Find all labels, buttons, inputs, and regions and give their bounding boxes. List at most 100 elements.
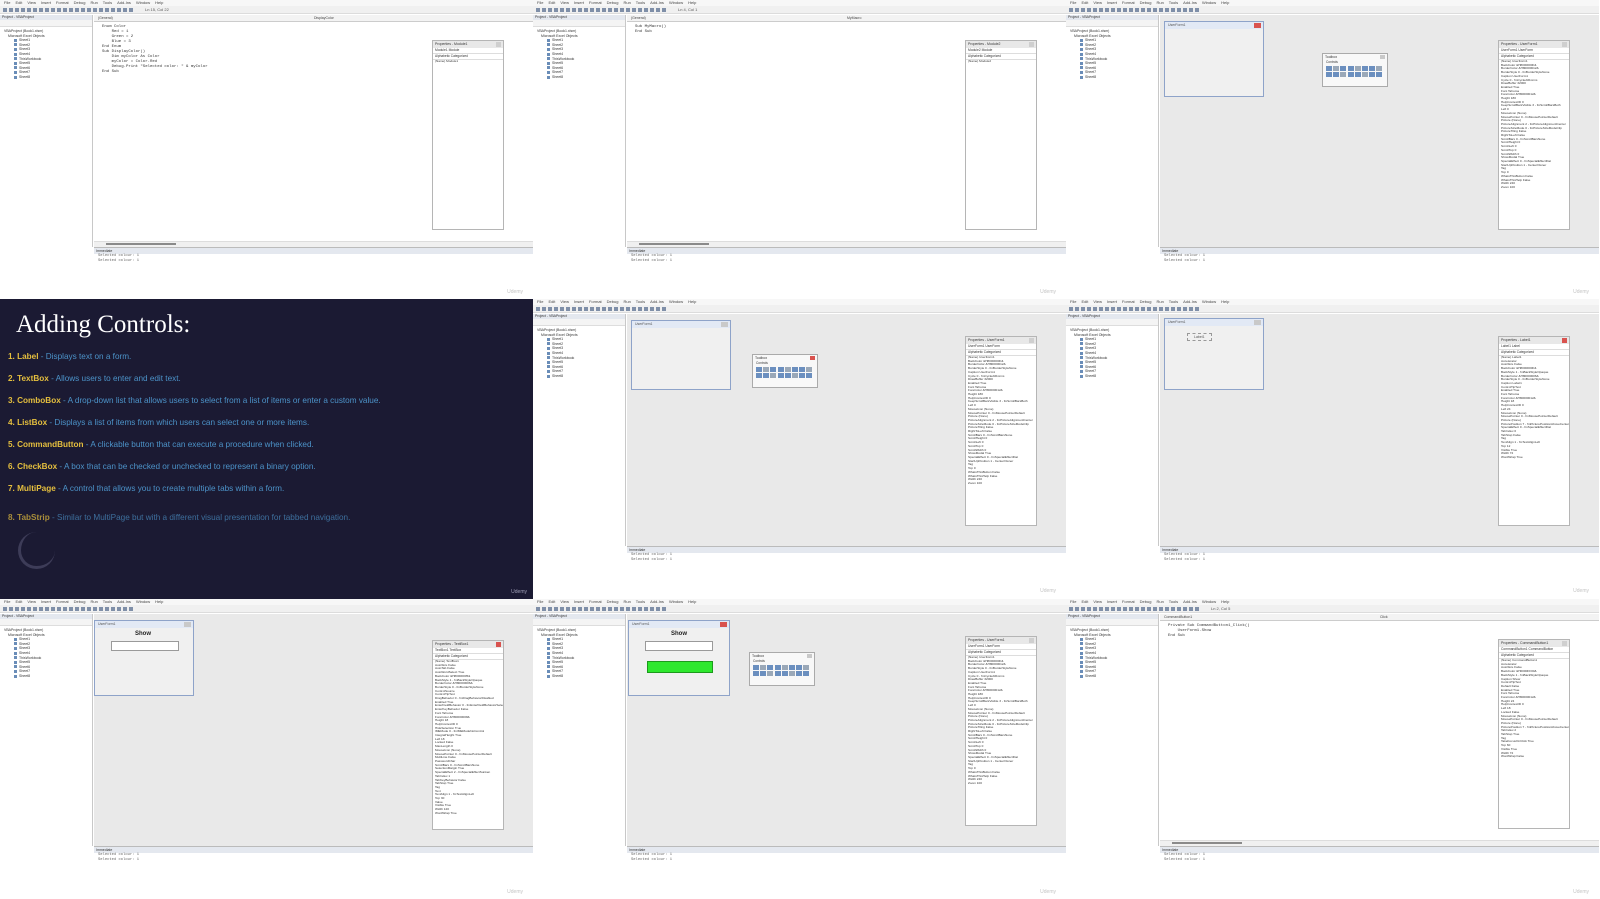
toolbar-button-icon[interactable] — [1195, 607, 1199, 611]
userform-designer[interactable]: UserForm1 Show — [628, 620, 730, 696]
close-icon[interactable] — [1380, 55, 1385, 59]
toolbar-button-icon[interactable] — [614, 307, 618, 311]
togglebutton-tool-icon[interactable] — [803, 665, 810, 670]
toolbar-button-icon[interactable] — [662, 307, 666, 311]
toolbar-button-icon[interactable] — [1069, 307, 1073, 311]
toolbar-button-icon[interactable] — [99, 607, 103, 611]
toolbar-button-icon[interactable] — [626, 8, 630, 12]
toolbar-button-icon[interactable] — [1105, 307, 1109, 311]
tree-item-sheet8[interactable]: Sheet8 — [4, 674, 92, 679]
code-editor[interactable]: Sub MyMacro() End Sub — [635, 25, 666, 35]
toolbar-button-icon[interactable] — [3, 607, 7, 611]
property-row[interactable]: WordWrap False — [1499, 755, 1569, 759]
close-icon[interactable] — [1029, 638, 1034, 643]
toolbar-button-icon[interactable] — [1159, 8, 1163, 12]
toolbar-button-icon[interactable] — [39, 607, 43, 611]
toolbar-button-icon[interactable] — [15, 607, 19, 611]
toolbar-button-icon[interactable] — [554, 8, 558, 12]
toolbar-button-icon[interactable] — [3, 8, 7, 12]
toolbar-button-icon[interactable] — [15, 8, 19, 12]
toolbar-button-icon[interactable] — [45, 607, 49, 611]
object-combo[interactable]: CommandButton1 — [1164, 614, 1192, 620]
textbox-control[interactable] — [645, 641, 713, 651]
toolbar-button-icon[interactable] — [590, 8, 594, 12]
toolbar-button-icon[interactable] — [608, 8, 612, 12]
toolbar-button-icon[interactable] — [650, 607, 654, 611]
toolbar-button-icon[interactable] — [69, 8, 73, 12]
toolbar-button-icon[interactable] — [644, 307, 648, 311]
toolbar-button-icon[interactable] — [99, 8, 103, 12]
toolbar-button-icon[interactable] — [1075, 8, 1079, 12]
toolbar-button-icon[interactable] — [1111, 307, 1115, 311]
toolbar-button-icon[interactable] — [1087, 607, 1091, 611]
toolbar-button-icon[interactable] — [117, 8, 121, 12]
toolbar-button-icon[interactable] — [536, 607, 540, 611]
toolbar-button-icon[interactable] — [1075, 607, 1079, 611]
immediate-window[interactable]: Immediate Selected colour: 1 Selected colo… — [627, 247, 1066, 299]
toolbar-button-icon[interactable] — [1147, 607, 1151, 611]
toolbar-button-icon[interactable] — [626, 607, 630, 611]
toolbar-button-icon[interactable] — [1171, 607, 1175, 611]
tree-item-sheet8[interactable]: Sheet8 — [1070, 374, 1158, 379]
toolbar-button-icon[interactable] — [578, 607, 582, 611]
toolbar-button-icon[interactable] — [650, 307, 654, 311]
toolbar-button-icon[interactable] — [572, 8, 576, 12]
toolbar-button-icon[interactable] — [1099, 307, 1103, 311]
toolbar-button-icon[interactable] — [1189, 607, 1193, 611]
toolbar-button-icon[interactable] — [1195, 8, 1199, 12]
combobox-tool-icon[interactable] — [774, 665, 781, 670]
scrollbar-thumb[interactable] — [639, 243, 709, 245]
userform-designer[interactable]: UserForm1 — [1164, 21, 1264, 97]
property-row[interactable]: Zoom 100 — [1499, 186, 1569, 190]
commandbutton-tool-icon[interactable] — [1333, 72, 1340, 78]
toolbar-button-icon[interactable] — [1165, 307, 1169, 311]
toolbar-button-icon[interactable] — [117, 607, 121, 611]
scrollbar-tool-icon[interactable] — [784, 373, 791, 379]
pointer-tool-icon[interactable] — [1326, 66, 1332, 71]
immediate-window[interactable]: Immediate Selected colour: 1 Selected colo… — [627, 546, 1066, 598]
toolbar-button-icon[interactable] — [1081, 607, 1085, 611]
property-row[interactable]: (Name) Module2 — [966, 60, 1036, 64]
toolbar-button-icon[interactable] — [27, 607, 31, 611]
toolbar-button-icon[interactable] — [1153, 307, 1157, 311]
toolbar-button-icon[interactable] — [1183, 307, 1187, 311]
scrollbar-thumb[interactable] — [1172, 842, 1242, 844]
object-combo[interactable]: (General) — [98, 15, 113, 21]
spinbutton-tool-icon[interactable] — [791, 373, 798, 379]
toolbar-button-icon[interactable] — [1147, 307, 1151, 311]
toolbar-button-icon[interactable] — [1123, 8, 1127, 12]
toolbar-button-icon[interactable] — [1159, 307, 1163, 311]
tabstrip-tool-icon[interactable] — [770, 373, 777, 379]
listbox-tool-icon[interactable] — [781, 665, 788, 670]
toolbar-button-icon[interactable] — [536, 8, 540, 12]
close-icon[interactable] — [1254, 320, 1261, 325]
toolbar-button-icon[interactable] — [1135, 607, 1139, 611]
toolbar-button-icon[interactable] — [578, 307, 582, 311]
toolbar-button-icon[interactable] — [1129, 607, 1133, 611]
toolbar-button-icon[interactable] — [93, 8, 97, 12]
scrollbar-tool-icon[interactable] — [1354, 72, 1361, 78]
toolbar-button-icon[interactable] — [596, 307, 600, 311]
immediate-window[interactable]: Immediate Selected colour: 1 Selected colo… — [94, 247, 533, 299]
image-tool-icon[interactable] — [1369, 72, 1376, 78]
toolbar-button-icon[interactable] — [1105, 8, 1109, 12]
multipage-tool-icon[interactable] — [774, 671, 781, 677]
userform-designer[interactable]: UserForm1 Label1 — [1164, 318, 1264, 390]
toolbar-button-icon[interactable] — [542, 307, 546, 311]
toolbar-button-icon[interactable] — [626, 307, 630, 311]
toolbar-button-icon[interactable] — [614, 8, 618, 12]
toolbar-button-icon[interactable] — [632, 8, 636, 12]
toolbar-button-icon[interactable] — [638, 607, 642, 611]
toolbar-button-icon[interactable] — [1153, 8, 1157, 12]
textbox-tool-icon[interactable] — [767, 665, 774, 670]
toolbar-button-icon[interactable] — [590, 607, 594, 611]
toolbar-button-icon[interactable] — [548, 607, 552, 611]
toolbar-button-icon[interactable] — [536, 307, 540, 311]
toolbar-button-icon[interactable] — [123, 607, 127, 611]
close-icon[interactable] — [721, 322, 728, 327]
toolbar-button-icon[interactable] — [1081, 307, 1085, 311]
togglebutton-tool-icon[interactable] — [1376, 66, 1383, 71]
toolbar-button-icon[interactable] — [1105, 607, 1109, 611]
toolbar-button-icon[interactable] — [33, 607, 37, 611]
toolbar-button-icon[interactable] — [656, 307, 660, 311]
